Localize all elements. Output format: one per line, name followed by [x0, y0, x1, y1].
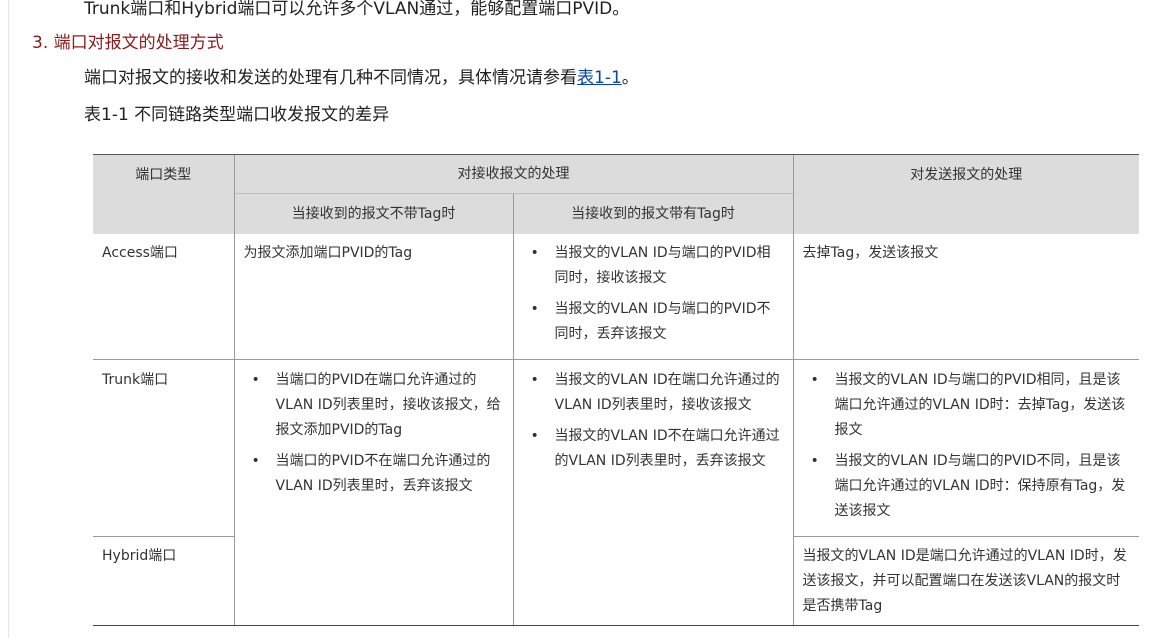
cell-hybrid-send: 当报文的VLAN ID是端口允许通过的VLAN ID时，发送该报文，并可以配置端…: [792, 536, 1139, 626]
section-heading: 3. 端口对报文的处理方式: [32, 33, 224, 53]
section-paragraph: 端口对报文的接收和发送的处理有几种不同情况，具体情况请参看表1-1。: [84, 66, 639, 90]
cell-trunk-tagged: 当报文的VLAN ID在端口允许通过的VLAN ID列表里时，接收该报文 当报文…: [512, 359, 793, 626]
paragraph-text: 端口对报文的接收和发送的处理有几种不同情况，具体情况请参看: [84, 68, 577, 88]
cell-text: 为报文添加端口PVID的Tag: [243, 245, 413, 261]
cell-trunk-untagged: 当端口的PVID在端口允许通过的VLAN ID列表里时，接收该报文，给报文添加P…: [233, 359, 513, 626]
list-item: 当报文的VLAN ID在端口允许通过的VLAN ID列表里时，接收该报文: [523, 368, 784, 418]
list-item: 当端口的PVID不在端口允许通过的VLAN ID列表里时，丢弃该报文: [244, 449, 504, 499]
port-handling-table: 端口类型 对接收报文的处理 对发送报文的处理 当接收到的报文不带Tag时 当接收…: [93, 154, 1139, 626]
cell-text: 去掉Tag，发送该报文: [802, 245, 939, 261]
table-row-access: Access端口 为报文添加端口PVID的Tag 当报文的VLAN ID与端口的…: [93, 234, 1139, 360]
header-receive: 对接收报文的处理: [233, 154, 793, 194]
cell-port-name: Hybrid端口: [93, 536, 234, 626]
header-send: 对发送报文的处理: [792, 154, 1139, 234]
cell-port-name: Access端口: [102, 245, 178, 261]
cell-trunk-send: 当报文的VLAN ID与端口的PVID相同，且是该端口允许通过的VLAN ID时…: [792, 359, 1139, 537]
paragraph-end: 。: [621, 68, 639, 88]
header-port-type: 端口类型: [93, 154, 234, 234]
list-item: 当报文的VLAN ID与端口的PVID不同，且是该端口允许通过的VLAN ID时…: [803, 449, 1131, 524]
header-receive-untagged: 当接收到的报文不带Tag时: [233, 193, 513, 234]
intro-paragraph: Trunk端口和Hybrid端口可以允许多个VLAN通过，能够配置端口PVID。: [84, 0, 630, 19]
cell-text: 当报文的VLAN ID是端口允许通过的VLAN ID时，发送该报文，并可以配置端…: [802, 548, 1127, 614]
table-1-1-link[interactable]: 表1-1: [577, 68, 622, 88]
cell-access-tagged: 当报文的VLAN ID与端口的PVID相同时，接收该报文 当报文的VLAN ID…: [512, 234, 793, 360]
table-caption: 表1-1 不同链路类型端口收发报文的差异: [84, 105, 390, 125]
cell-access-untagged: 为报文添加端口PVID的Tag: [233, 234, 513, 360]
list-item: 当报文的VLAN ID与端口的PVID相同，且是该端口允许通过的VLAN ID时…: [803, 368, 1131, 443]
list-item: 当端口的PVID在端口允许通过的VLAN ID列表里时，接收该报文，给报文添加P…: [244, 368, 504, 443]
list-item: 当报文的VLAN ID与端口的PVID相同时，接收该报文: [523, 241, 784, 291]
cell-port-name: Trunk端口: [93, 359, 234, 537]
page-left-border: [8, 0, 9, 638]
list-item: 当报文的VLAN ID不在端口允许通过的VLAN ID列表里时，丢弃该报文: [523, 424, 784, 474]
header-receive-tagged: 当接收到的报文带有Tag时: [512, 193, 793, 234]
cell-access-send: 去掉Tag，发送该报文: [792, 234, 1139, 360]
table-row-trunk: Trunk端口 当端口的PVID在端口允许通过的VLAN ID列表里时，接收该报…: [93, 359, 1139, 626]
list-item: 当报文的VLAN ID与端口的PVID不同时，丢弃该报文: [523, 297, 784, 347]
